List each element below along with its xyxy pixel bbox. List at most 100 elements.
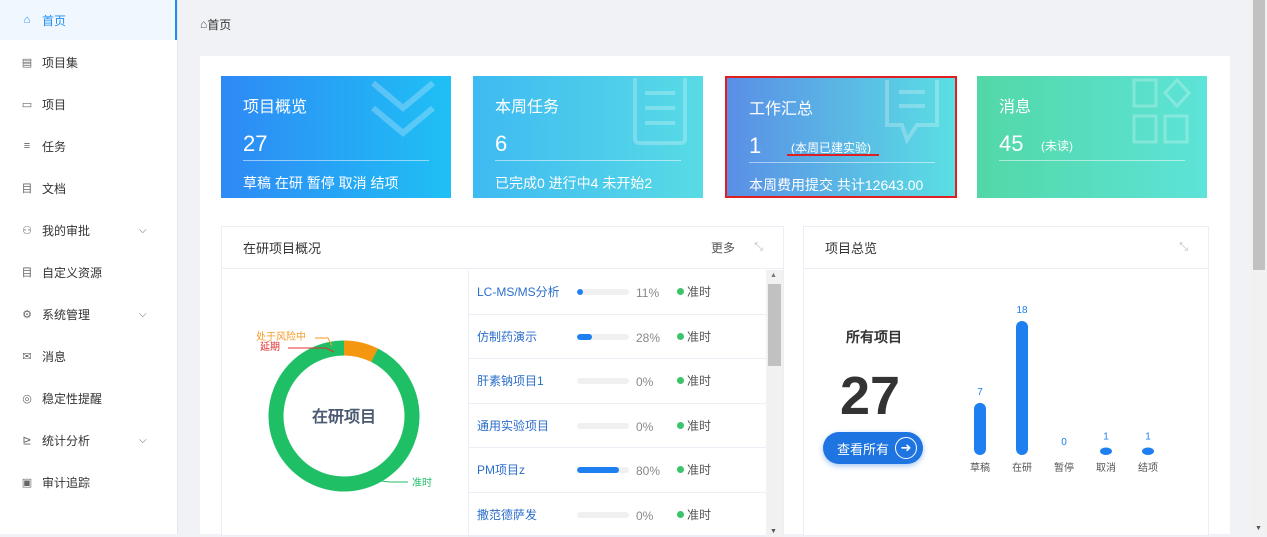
project-set-icon: ▤	[21, 56, 33, 69]
progress-bar	[577, 512, 629, 518]
statistics-icon: ⊵	[21, 434, 33, 447]
sidebar-item[interactable]: ▣ 审计追踪	[0, 462, 177, 502]
bar[interactable]	[1142, 448, 1154, 455]
progress-percent: 28%	[636, 331, 660, 345]
sidebar-item-label: 统计分析	[42, 432, 90, 449]
sidebar-item-label: 审计追踪	[42, 474, 90, 491]
sidebar-item[interactable]: ≡任务	[0, 126, 177, 166]
document-icon: 目	[21, 180, 33, 196]
chevron-down-icon: ⌵	[139, 435, 147, 446]
messages-card[interactable]: 消息 45 (未读)	[977, 76, 1207, 198]
bar[interactable]	[1016, 321, 1028, 455]
sidebar-item[interactable]: 目自定义资源	[0, 252, 177, 292]
sidebar-item[interactable]: 目文档	[0, 168, 177, 208]
sidebar-item-label: 系统管理	[42, 306, 90, 323]
bar-value-label: 18	[1016, 305, 1028, 316]
chevron-down-icon: ⌵	[139, 225, 147, 236]
project-name[interactable]: LC-MS/MS分析	[477, 283, 560, 300]
donut-segment	[344, 348, 375, 355]
breadcrumb-home-label[interactable]: 首页	[207, 16, 231, 33]
sidebar-item-label: 稳定性提醒	[42, 390, 102, 407]
all-projects-label: 所有项目	[846, 327, 902, 347]
sidebar-item[interactable]: ◎ 稳定性提醒	[0, 378, 177, 418]
status-dot	[677, 288, 684, 295]
card-title: 项目概览	[243, 93, 307, 117]
sidebar-item[interactable]: ⊵ 统计分析 ⌵	[0, 420, 177, 460]
bar[interactable]	[974, 403, 986, 455]
sidebar-item[interactable]: ▭ 项目	[0, 84, 177, 124]
checklist-icon	[625, 78, 695, 153]
message-icon: ✉	[21, 350, 33, 363]
bar-value-label: 1	[1145, 432, 1151, 443]
sidebar-item[interactable]: ▤项目集	[0, 42, 177, 82]
list-item[interactable]: 肝素钠项目1 0% 准时	[468, 359, 768, 404]
card-number: 1	[749, 133, 761, 159]
collapse-icon[interactable]: ⤡	[1179, 241, 1188, 254]
home-icon: ⌂	[21, 14, 33, 26]
progress-percent: 0%	[636, 509, 653, 523]
progress-percent: 0%	[636, 375, 653, 389]
custom-resource-icon: 目	[21, 264, 33, 280]
work-summary-card[interactable]: 工作汇总 1 (本周已建实验) 本周费用提交 共计12643.00	[725, 76, 957, 198]
sidebar-item[interactable]: ⚇ 我的审批 ⌵	[0, 210, 177, 250]
active-projects-donut: 在研项目处于风险中延期准时	[222, 270, 468, 537]
card-subtitle: (未读)	[1041, 137, 1073, 154]
list-item[interactable]: LC-MS/MS分析11%准时	[468, 270, 768, 315]
list-item[interactable]: PM项目z80%准时	[468, 448, 768, 493]
progress-bar	[577, 334, 629, 340]
card-footer: 已完成0 进行中4 未开始2	[495, 173, 652, 193]
page-scroll-down-icon[interactable]: ▼	[1255, 525, 1262, 532]
project-name[interactable]: 肝素钠项目1	[477, 372, 544, 389]
project-name[interactable]: 通用实验项目	[477, 417, 549, 434]
active-projects-box: 在研项目概况 更多 ⤡ 在研项目处于风险中延期准时 LC-MS/MS分析11%准…	[221, 226, 784, 536]
collapse-icon[interactable]: ⤡	[754, 241, 763, 254]
page-scroll-thumb[interactable]	[1253, 0, 1265, 270]
scroll-thumb[interactable]	[768, 284, 781, 366]
project-name[interactable]: 撒范德萨发	[477, 506, 537, 523]
progress-percent: 0%	[636, 420, 653, 434]
sidebar-item-label: 项目	[42, 96, 66, 113]
status-label: 准时	[687, 372, 711, 389]
status-dot	[677, 511, 684, 518]
project-name[interactable]: 仿制药演示	[477, 328, 537, 345]
card-footer: 草稿 在研 暂停 取消 结项	[243, 173, 399, 193]
bar[interactable]	[1100, 448, 1112, 455]
status-label: 准时	[687, 417, 711, 434]
stability-reminder-icon: ◎	[21, 392, 33, 405]
status-label: 准时	[687, 283, 711, 300]
card-divider	[495, 160, 681, 161]
progress-fill	[577, 289, 583, 295]
list-scrollbar[interactable]: ▲ ▼	[766, 270, 783, 537]
card-divider	[749, 162, 935, 163]
box-title: 在研项目概况	[243, 238, 321, 257]
progress-bar	[577, 378, 629, 384]
page-scrollbar[interactable]: ▼	[1251, 0, 1267, 534]
sidebar-item[interactable]: ✉消息	[0, 336, 177, 376]
more-link[interactable]: 更多	[711, 239, 735, 256]
comment-icon	[877, 80, 947, 155]
project-progress-list: LC-MS/MS分析11%准时仿制药演示28%准时肝素钠项目10%准时通用实验项…	[468, 270, 768, 537]
project-icon: ▭	[21, 98, 33, 111]
sidebar-item-label: 我的审批	[42, 222, 90, 239]
weekly-tasks-card[interactable]: 本周任务 6 已完成0 进行中4 未开始2	[473, 76, 703, 198]
bar-value-label: 7	[977, 387, 983, 398]
sidebar-item[interactable]: ⌂ 首页	[0, 0, 177, 40]
sidebar-item-label: 任务	[42, 138, 66, 155]
status-label: 准时	[687, 328, 711, 345]
approval-icon: ⚇	[21, 224, 33, 237]
donut-label-delay: 延期	[260, 341, 280, 353]
list-item[interactable]: 通用实验项目 0% 准时	[468, 404, 768, 449]
progress-bar	[577, 467, 629, 473]
scroll-up-icon[interactable]: ▲	[770, 272, 777, 279]
project-name[interactable]: PM项目z	[477, 461, 525, 478]
list-item[interactable]: 仿制药演示 28% 准时	[468, 315, 768, 360]
sidebar-item[interactable]: ⚙系统管理⌵	[0, 294, 177, 334]
status-dot	[677, 422, 684, 429]
home-icon[interactable]: ⌂	[200, 17, 207, 31]
box-title: 项目总览	[825, 238, 877, 257]
audit-trail-icon: ▣	[21, 476, 33, 489]
project-overview-card[interactable]: 项目概览 27 草稿 在研 暂停 取消 结项	[221, 76, 451, 198]
view-all-button[interactable]: 查看所有 ➜	[823, 432, 923, 464]
sidebar-item-label: 首页	[42, 12, 66, 29]
list-item[interactable]: 撒范德萨发0%准时	[468, 493, 768, 537]
